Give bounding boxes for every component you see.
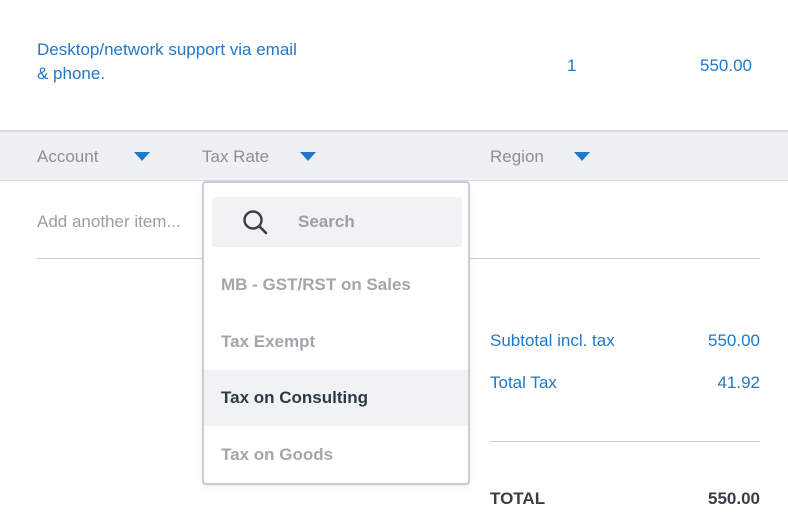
- total-value: 550.00: [708, 489, 760, 508]
- account-column-header[interactable]: Account: [37, 147, 98, 167]
- region-column-header[interactable]: Region: [490, 147, 544, 167]
- dropdown-option-mb-gst-rst[interactable]: MB - GST/RST on Sales: [204, 257, 468, 313]
- tax-rate-column-header[interactable]: Tax Rate: [202, 147, 269, 167]
- search-icon: [243, 210, 268, 235]
- subtotal-value: 550.00: [708, 331, 760, 350]
- tax-rate-dropdown-caret-icon[interactable]: [300, 152, 316, 161]
- divider: [470, 258, 760, 259]
- column-header-bar: [0, 130, 788, 181]
- account-dropdown-caret-icon[interactable]: [134, 152, 150, 161]
- totals-divider: [490, 441, 760, 442]
- dropdown-option-tax-on-goods[interactable]: Tax on Goods: [204, 427, 468, 483]
- total-tax-label: Total Tax: [490, 373, 557, 392]
- line-item-quantity[interactable]: 1: [567, 56, 576, 76]
- total-tax-value: 41.92: [717, 373, 760, 392]
- divider: [37, 258, 202, 259]
- tax-rate-dropdown[interactable]: Search MB - GST/RST on Sales Tax Exempt …: [202, 181, 470, 485]
- subtotal-label: Subtotal incl. tax: [490, 331, 615, 350]
- total-label: TOTAL: [490, 489, 546, 508]
- line-item-description[interactable]: Desktop/network support via email & phon…: [37, 38, 307, 86]
- region-dropdown-caret-icon[interactable]: [574, 152, 590, 161]
- search-input[interactable]: Search: [298, 212, 355, 232]
- line-item-amount[interactable]: 550.00: [700, 56, 752, 76]
- dropdown-search-box[interactable]: Search: [212, 197, 462, 247]
- add-item-input[interactable]: Add another item...: [37, 212, 181, 232]
- dropdown-option-tax-on-consulting[interactable]: Tax on Consulting: [204, 370, 468, 426]
- dropdown-option-tax-exempt[interactable]: Tax Exempt: [204, 314, 468, 370]
